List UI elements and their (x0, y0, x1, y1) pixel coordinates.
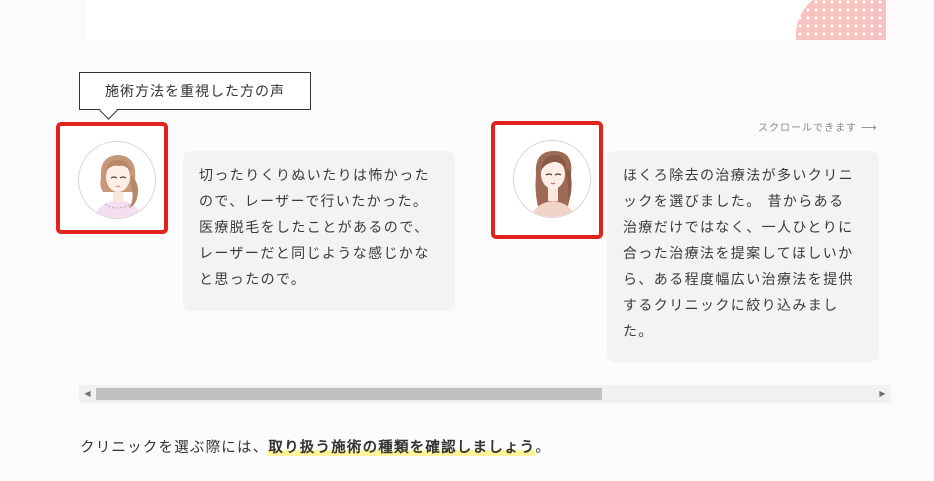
conclusion-paragraph: クリニックを選ぶ際には、取り扱う施術の種類を確認しましょう。 (80, 436, 551, 457)
review-1-avatar (78, 141, 156, 219)
scrollbar-thumb[interactable] (96, 388, 602, 400)
review-2-avatar (513, 140, 591, 218)
conclusion-tail: 。 (535, 440, 552, 456)
review-1-avatar-highlight (56, 122, 168, 234)
arrow-right-icon: ⟶ (861, 121, 878, 134)
horizontal-scrollbar[interactable]: ◀ ▶ (79, 385, 891, 403)
scroll-right-arrow-icon[interactable]: ▶ (874, 385, 891, 403)
conclusion-emphasis: 取り扱う施術の種類を確認しましょう (268, 440, 536, 456)
scroll-hint-text: スクロールできます (758, 123, 857, 134)
pink-polka-dot-decoration (796, 0, 886, 40)
review-2-text-bubble: ほくろ除去の治療法が多いクリニ ックを選びました。 昔からある 治療だけではなく… (607, 151, 879, 362)
review-1-text-bubble: 切ったりくりぬいたりは怖かった ので、レーザーで行いたかった。 医療脱毛をしたこ… (183, 151, 455, 311)
woman-long-hair-avatar-icon (514, 141, 590, 217)
review-2-avatar-highlight (491, 121, 603, 239)
top-content-card (86, 0, 886, 40)
conclusion-lead: クリニックを選ぶ際には、 (80, 440, 269, 456)
section-label: 施術方法を重視した方の声 (79, 72, 311, 110)
scroll-hint: スクロールできます ⟶ (758, 119, 878, 134)
scroll-left-arrow-icon[interactable]: ◀ (79, 385, 96, 403)
woman-side-ponytail-avatar-icon (79, 142, 155, 218)
